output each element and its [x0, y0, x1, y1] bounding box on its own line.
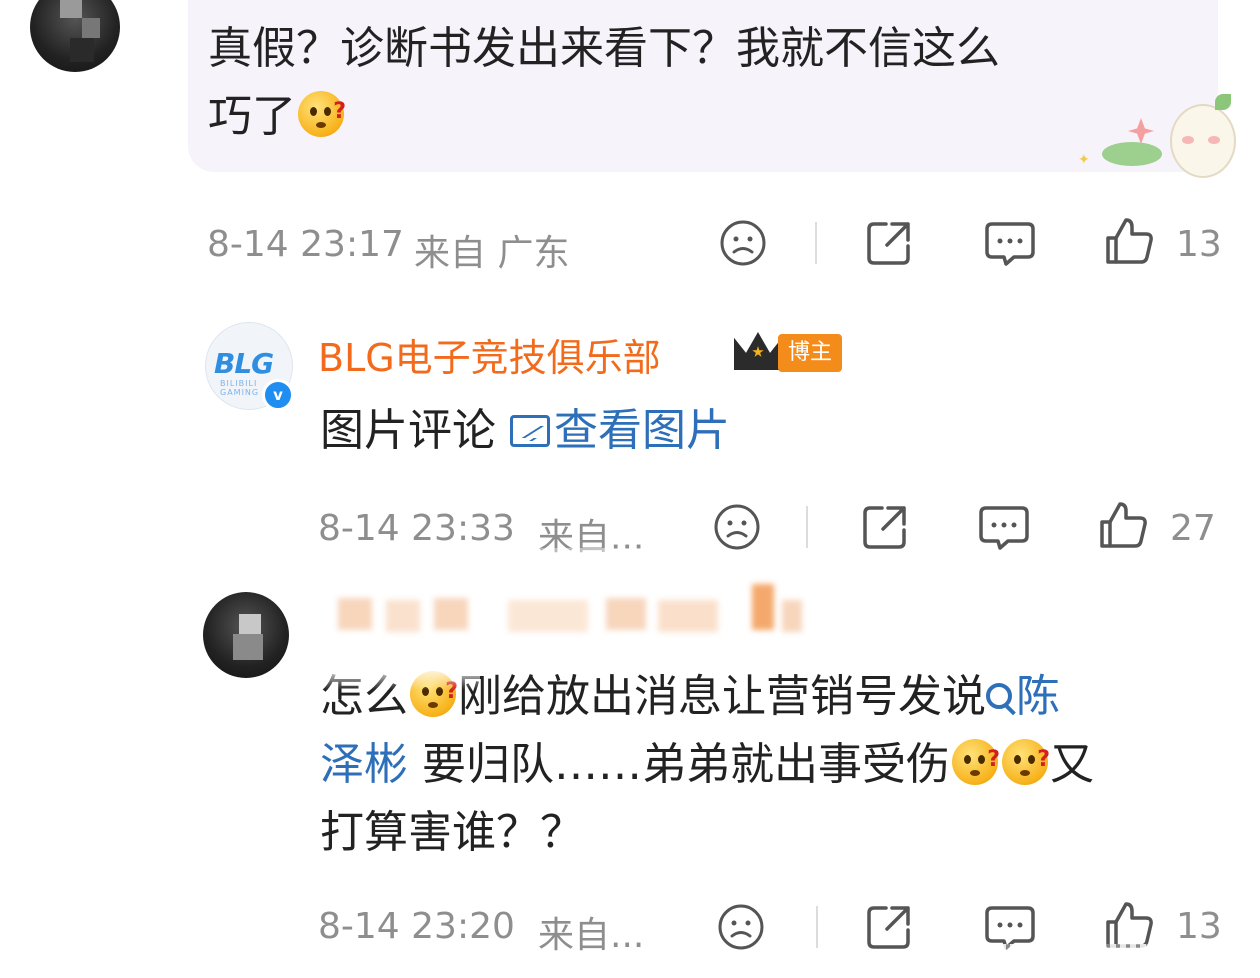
fade-overlay	[380, 548, 660, 562]
comment2-line2-end: 又	[1050, 739, 1094, 790]
comment-icon[interactable]	[984, 220, 1036, 268]
comment-text-line1: 真假？诊断书发出来看下？我就不信这么	[208, 23, 1000, 74]
text-fade-top	[300, 666, 480, 690]
image-icon	[510, 415, 550, 447]
lotus-sticker: ✦	[1070, 88, 1240, 184]
search-term-part1: 陈	[1016, 671, 1060, 722]
view-image-link[interactable]: 查看图片	[510, 405, 730, 456]
search-term-link[interactable]: 陈	[986, 671, 1060, 722]
commenter-avatar[interactable]	[30, 0, 120, 72]
comment-text-line2: 巧了	[208, 81, 346, 148]
verified-badge-icon: v	[262, 379, 294, 411]
reply-time: 8-14 23:33	[318, 508, 515, 549]
sad-face-icon[interactable]	[712, 502, 762, 552]
like-count: 13	[1176, 906, 1222, 947]
comment2-line2: 泽彬 要归队……弟弟就出事受伤 又	[320, 729, 1094, 796]
share-icon[interactable]	[864, 902, 914, 952]
share-icon[interactable]	[860, 502, 910, 552]
comment-text-line2-text: 巧了	[208, 91, 296, 142]
comment2-time: 8-14 23:20	[318, 906, 515, 947]
blogger-badge: 博主	[778, 334, 843, 372]
comment2-line1-mid: 刚给放出消息让营销号发说	[458, 671, 986, 722]
comment-icon[interactable]	[978, 504, 1030, 552]
like-count: 13	[1176, 224, 1222, 265]
commenter-avatar[interactable]	[203, 592, 289, 678]
sad-face-icon[interactable]	[716, 902, 766, 952]
reply-body-prefix: 图片评论	[320, 405, 510, 456]
share-icon[interactable]	[864, 218, 914, 268]
blg-logo: BLG	[214, 347, 274, 380]
thumbs-up-icon[interactable]	[1104, 900, 1154, 950]
blg-avatar[interactable]: BLG BILIBILI GAMING v	[205, 322, 294, 411]
search-term-link-cont[interactable]: 泽彬	[320, 739, 408, 790]
thumbs-up-icon[interactable]	[1104, 216, 1154, 266]
thumbs-up-icon[interactable]	[1098, 500, 1148, 550]
like-count: 27	[1170, 508, 1216, 549]
confused-emoji-icon	[298, 81, 346, 143]
crown-icon	[734, 332, 782, 370]
action-divider	[816, 906, 818, 948]
comment-location: 来自 广东	[414, 233, 570, 274]
action-divider	[806, 506, 808, 548]
action-divider	[815, 222, 817, 264]
sad-face-icon[interactable]	[718, 218, 768, 268]
reply-body: 图片评论 查看图片	[320, 400, 730, 462]
blurred-username[interactable]	[338, 584, 818, 642]
confused-emoji-icon	[952, 729, 1000, 791]
confused-emoji-icon	[1002, 729, 1050, 791]
comment2-location: 来自...	[538, 915, 645, 956]
reply-author-name[interactable]: BLG电子竞技俱乐部	[318, 327, 661, 382]
view-image-label: 查看图片	[554, 405, 730, 456]
search-icon	[986, 683, 1012, 709]
comment-time: 8-14 23:17	[207, 224, 404, 265]
comment2-line3: 打算害谁？？	[320, 807, 584, 858]
comment2-line2-text: 要归队……弟弟就出事受伤	[408, 739, 950, 790]
bottom-overlay	[960, 944, 1260, 978]
